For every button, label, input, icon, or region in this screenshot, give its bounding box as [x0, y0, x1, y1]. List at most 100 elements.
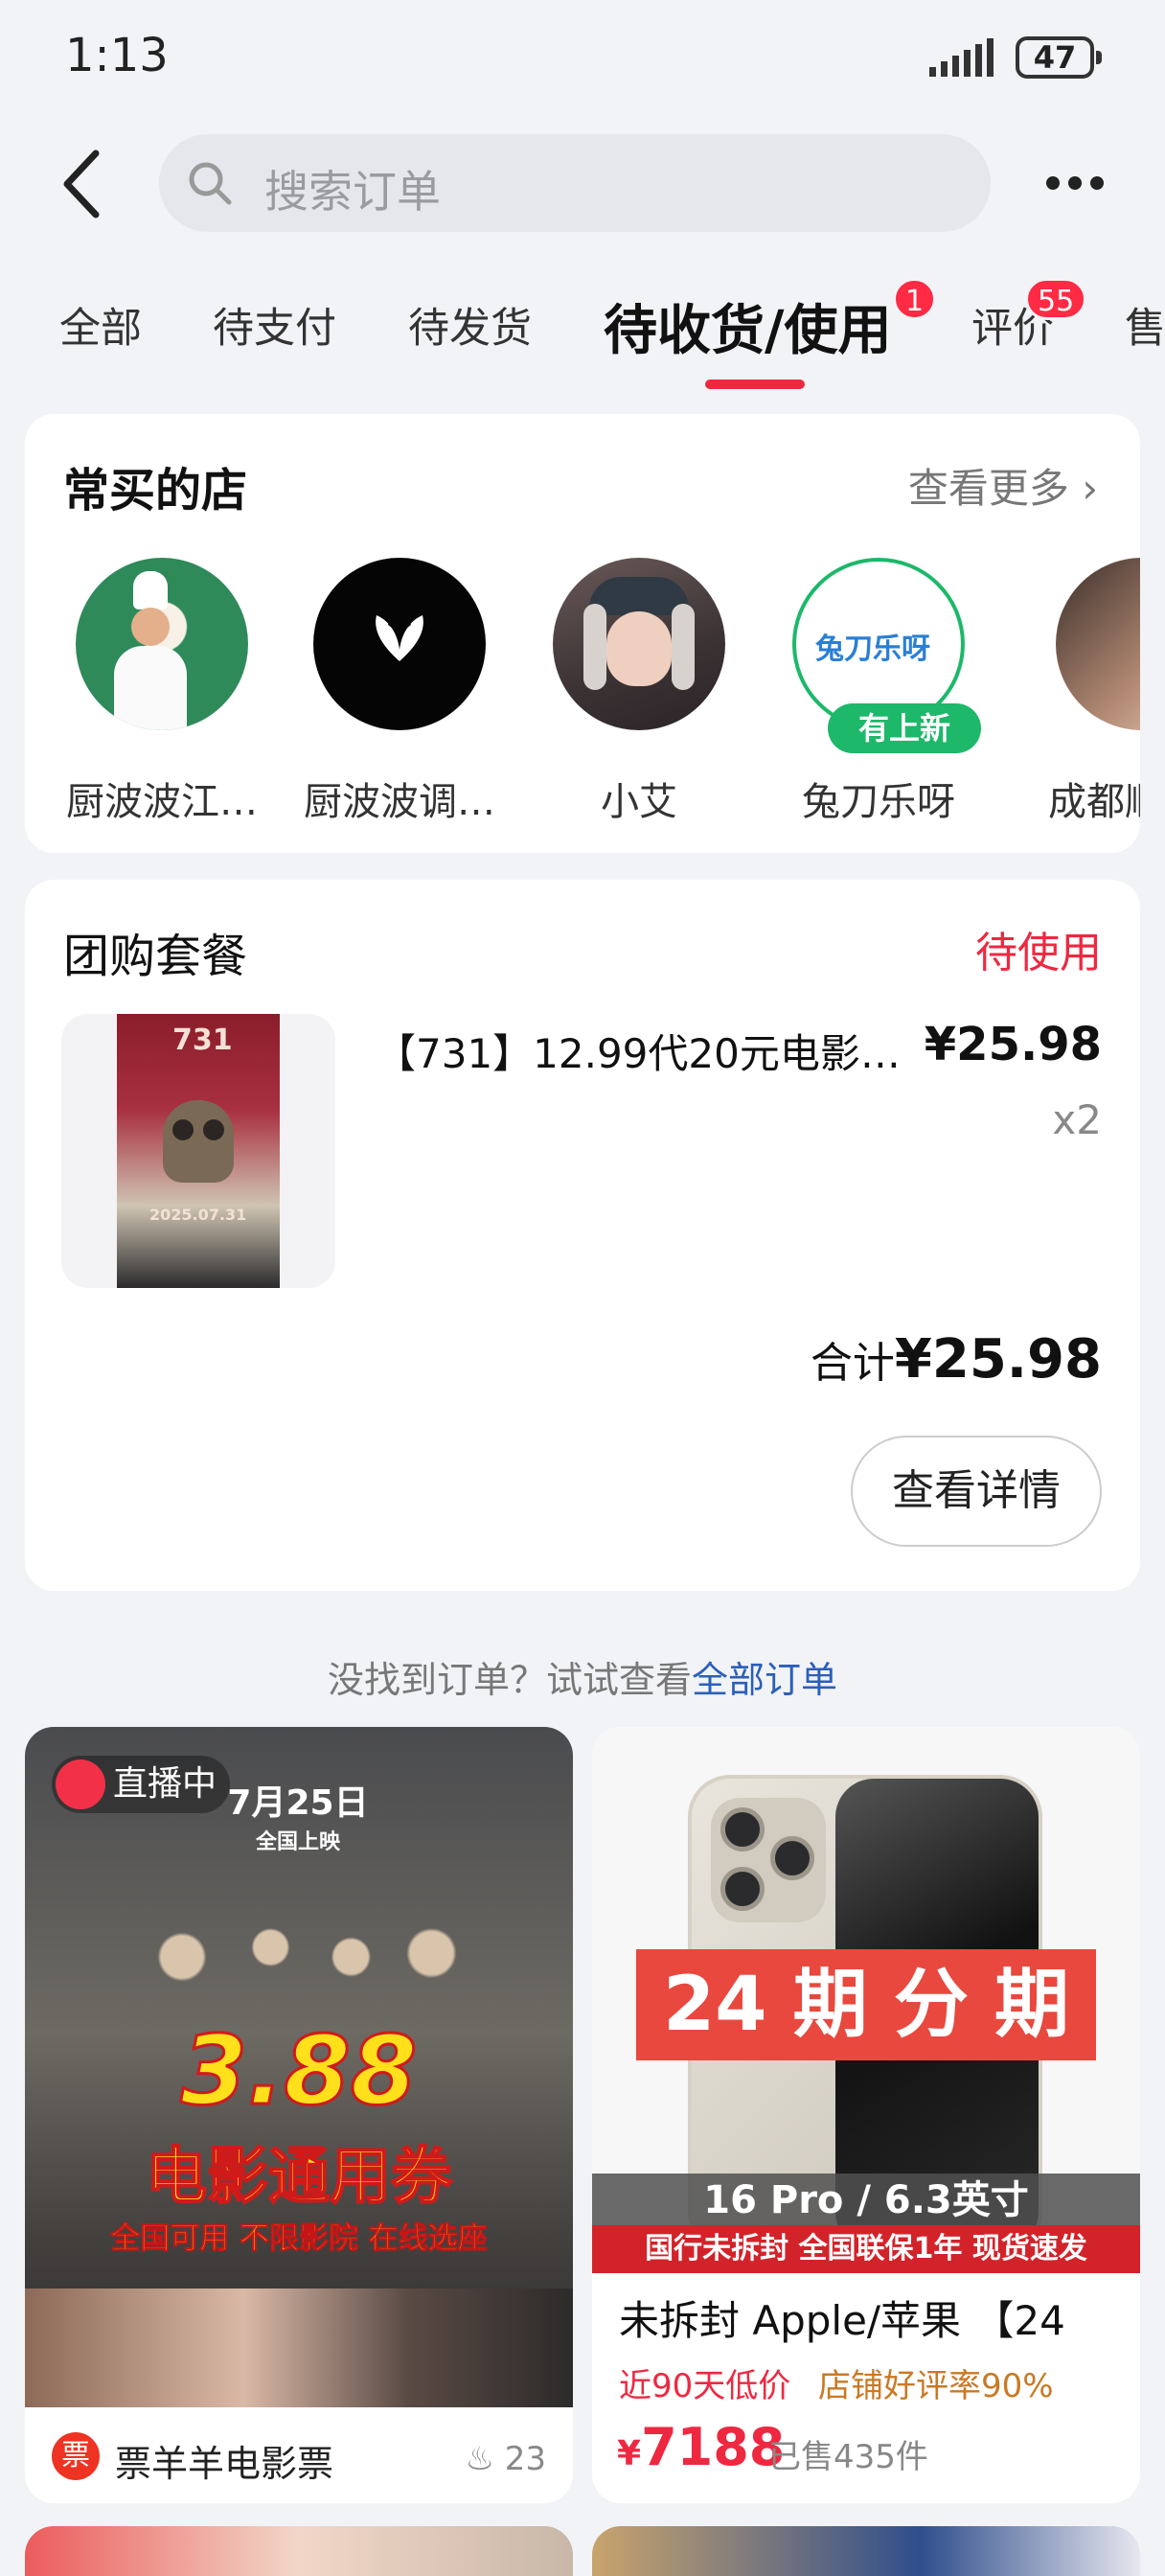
feed-item-peek[interactable] [592, 2526, 1140, 2576]
feed-hot-count: ♨ 23 [465, 2440, 546, 2478]
shop-item[interactable]: 成都顺 [1008, 558, 1140, 826]
ticket-shop-icon: 票 [52, 2432, 100, 2480]
more-options-icon[interactable] [1044, 165, 1106, 203]
avatar-face [606, 611, 672, 686]
tab-all[interactable]: 全部 [59, 295, 142, 355]
poster-date-text: 7月25日 [227, 1783, 369, 1823]
see-more-label: 查看更多 [907, 465, 1069, 512]
feed-price: ¥7188 [617, 2417, 785, 2477]
section-title: 常买的店 [63, 464, 248, 518]
feed-item[interactable]: 7月25日 全国上映 3.88 电影通用券 全国可用 不限影院 在线选座 直播中… [25, 1727, 573, 2503]
tab-badge: 1 [893, 278, 937, 320]
avatar-hair [583, 604, 606, 690]
shop-item[interactable]: 厨波波江… [52, 558, 272, 826]
gas-mask-figure [163, 1100, 234, 1183]
shop-avatar [76, 558, 248, 730]
poster-date-box: 7月25日 全国上映 [207, 1775, 389, 1854]
tab-badge: 55 [1025, 278, 1087, 320]
shop-avatar [553, 558, 725, 730]
low-price-tag: 近90天低价 [619, 2367, 791, 2405]
sold-count: 已售435件 [768, 2438, 928, 2476]
frequent-shops-card: 常买的店 查看更多 › 厨波波江… 厨波波调… 小艾 兔刀乐呀 兔刀乐呀 有上新… [25, 414, 1140, 853]
price-value: 7188 [641, 2417, 786, 2477]
phone-camera-bump [711, 1798, 826, 1922]
live-icon [56, 1760, 105, 1809]
order-total: 合计¥25.98 [811, 1328, 1102, 1391]
poster-date-sub: 全国上映 [255, 1830, 340, 1854]
flame-icon: ♨ [465, 2440, 494, 2478]
shop-item[interactable]: 小艾 [529, 558, 749, 826]
price-symbol: ¥ [617, 2434, 642, 2473]
active-tab-indicator [705, 380, 805, 389]
total-value: ¥25.98 [894, 1328, 1102, 1391]
tab-after-sales[interactable]: 售 [1125, 295, 1165, 355]
chef-figure [133, 571, 168, 610]
shop-logo-text: 兔刀乐呀 [815, 632, 930, 666]
new-arrival-tag: 有上新 [828, 703, 981, 753]
signal-icon [929, 38, 994, 77]
feed-item-peek[interactable] [25, 2526, 573, 2576]
back-arrow-icon[interactable] [56, 146, 113, 222]
camera-lens [720, 1807, 765, 1852]
product-price: ¥25.98 [924, 1018, 1102, 1071]
feed-item[interactable]: 24 期 分 期 16 Pro / 6.3英寸 国行未拆封 全国联保1年 现货速… [592, 1727, 1140, 2503]
search-icon [189, 162, 232, 205]
order-tabs: 全部 待支付 待发货 待收货/使用 1 评价 55 售 [0, 278, 1165, 402]
tab-pending-payment[interactable]: 待支付 [213, 295, 336, 355]
model-strip: 16 Pro / 6.3英寸 [592, 2174, 1140, 2227]
shop-item[interactable]: 兔刀乐呀 兔刀乐呀 [768, 558, 989, 826]
battery-icon: 47 [1016, 36, 1102, 79]
product-thumbnail[interactable]: 731 2025.07.31 [61, 1014, 335, 1288]
movie-poster: 731 2025.07.31 [117, 1014, 280, 1288]
shop-name: 小艾 [601, 780, 677, 824]
live-badge: 直播中 [52, 1756, 231, 1813]
product-quantity: x2 [1052, 1096, 1102, 1143]
shop-name: 兔刀乐呀 [802, 780, 955, 824]
promo-strip: 国行未拆封 全国联保1年 现货速发 [592, 2225, 1140, 2273]
poster-title: 731 [172, 1024, 233, 1057]
shop-name: 厨波波调… [304, 780, 495, 824]
search-placeholder: 搜索订单 [264, 166, 441, 218]
chef-face [131, 608, 170, 646]
promo-big-text: 3.88 [179, 2013, 419, 2128]
shop-item[interactable]: 厨波波调… [289, 558, 510, 826]
rating-tag: 店铺好评率90% [818, 2367, 1054, 2405]
not-found-hint: 没找到订单？试试查看全部订单 [0, 1650, 1165, 1703]
see-more-link[interactable]: 查看更多 › [908, 456, 1098, 515]
promo-main-text: 电影通用券 [145, 2141, 453, 2214]
streamer-face [25, 2288, 573, 2407]
feed-shop-name[interactable]: 票羊羊电影票 [115, 2434, 333, 2487]
installment-banner: 24 期 分 期 [636, 1949, 1096, 2060]
camera-lens [770, 1836, 814, 1880]
search-input[interactable]: 搜索订单 [159, 134, 991, 232]
feed-title[interactable]: 未拆封 Apple/苹果 【24 [619, 2288, 1127, 2347]
total-label: 合计 [810, 1339, 895, 1388]
tab-pending-shipment[interactable]: 待发货 [408, 295, 532, 355]
order-status: 待使用 [975, 929, 1102, 978]
camera-lens [720, 1867, 765, 1911]
all-orders-link[interactable]: 全部订单 [692, 1659, 837, 1701]
feed-image: 7月25日 全国上映 3.88 电影通用券 全国可用 不限影院 在线选座 [25, 1727, 573, 2407]
order-category: 团购套餐 [63, 930, 248, 983]
chef-body [114, 646, 187, 730]
status-time: 1:13 [65, 29, 169, 82]
promo-note-text: 全国可用 不限影院 在线选座 [110, 2221, 489, 2257]
order-card[interactable]: 团购套餐 待使用 731 2025.07.31 【731】12.99代20元电影… [25, 880, 1140, 1591]
shop-name: 成都顺 [1048, 780, 1140, 824]
hot-count: 23 [504, 2440, 546, 2478]
gas-mask-eye [172, 1119, 194, 1140]
poster-date: 2025.07.31 [149, 1206, 247, 1224]
hint-text: 没找到订单？试试查看 [327, 1659, 692, 1701]
gas-mask-eye [203, 1119, 224, 1140]
product-title[interactable]: 【731】12.99代20元电影… [376, 1022, 912, 1080]
status-bar: 1:13 47 [0, 0, 1165, 115]
leaf-logo-icon [376, 604, 423, 661]
chevron-right-icon: › [1082, 465, 1098, 512]
shop-avatar [1056, 558, 1140, 730]
feed-image: 24 期 分 期 16 Pro / 6.3英寸 国行未拆封 全国联保1年 现货速… [592, 1727, 1140, 2273]
shop-name: 厨波波江… [66, 780, 258, 824]
live-label: 直播中 [113, 1764, 217, 1804]
avatar-hair [672, 604, 695, 690]
tab-pending-receipt[interactable]: 待收货/使用 [604, 288, 891, 365]
view-details-button[interactable]: 查看详情 [851, 1436, 1102, 1547]
